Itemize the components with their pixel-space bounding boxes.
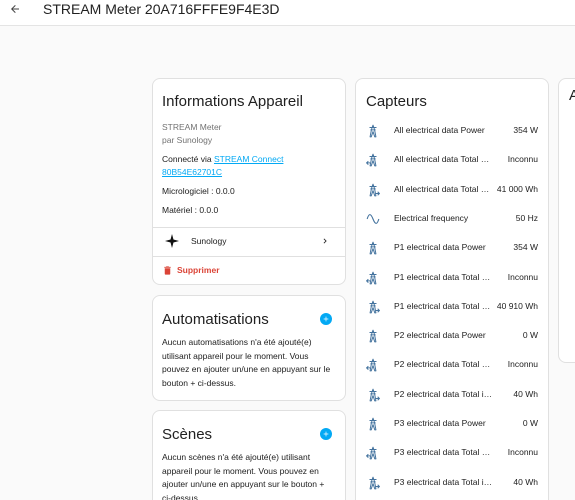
connected-via-link-id[interactable]: 80B54E62701C (162, 166, 222, 180)
transmission-tower-export-icon (366, 359, 377, 372)
sensor-value: 40 Wh (513, 388, 538, 399)
scenes-card: Scènes Aucun scènes n'a été ajouté(e) ut… (152, 410, 346, 500)
transmission-tower-icon (369, 417, 377, 431)
sensor-row[interactable]: P3 electrical data Total ex… Inconnu (356, 440, 548, 469)
transmission-tower-export-icon (366, 271, 377, 284)
sensors-card: Capteurs All electrical data Power 354 WA… (355, 78, 549, 500)
hardware-version: Matériel : 0.0.0 (162, 205, 219, 215)
sine-wave-icon (366, 213, 380, 224)
delete-label: Supprimer (177, 265, 220, 275)
sensor-name: P1 electrical data Total ex… (394, 271, 494, 282)
scenes-empty-line-3: ajouter un/une en appuyant sur le bouton… (162, 479, 325, 489)
sensor-value: 354 W (513, 125, 538, 135)
scenes-empty-line-1: Aucun scènes n'a été ajouté(e) utilisant (162, 452, 311, 462)
transmission-tower-import-icon (369, 183, 380, 196)
connected-via: Connecté via STREAM Connect (162, 153, 283, 167)
trash-icon (164, 266, 171, 275)
device-info-title: Informations Appareil (162, 93, 303, 110)
sensor-row[interactable]: P2 electrical data Total imp… 40 Wh (356, 382, 548, 411)
app-header: STREAM Meter 20A716FFFE9F4E3D (0, 0, 575, 26)
info-divider (153, 227, 345, 228)
sensor-value: 41 000 Wh (496, 183, 538, 194)
sensor-row[interactable]: P1 electrical data Total … 40 910 Wh (356, 294, 548, 323)
transmission-tower-import-icon (369, 300, 380, 314)
sensor-row[interactable]: All electrical data Total ex… Inconnu (356, 147, 548, 176)
sensor-value: 0 W (522, 330, 538, 341)
sensor-name: All electrical data Total ex… (394, 154, 494, 165)
sensor-row[interactable]: P3 electrical data Power 0 W (356, 411, 548, 440)
device-model: STREAM Meter (162, 122, 222, 132)
sensor-value: Inconnu (507, 447, 538, 458)
automations-title: Automatisations (162, 311, 269, 328)
sensor-name: P3 electrical data Total ex… (394, 447, 494, 458)
transmission-tower-export-icon (366, 153, 377, 167)
sensor-value: 40 Wh (513, 476, 538, 487)
sensor-list: All electrical data Power 354 W All electr… (356, 118, 548, 500)
automations-empty-line-4: bouton + ci-dessus. (162, 377, 236, 388)
sensor-value: 354 W (513, 242, 538, 253)
transmission-tower-import-icon (369, 476, 380, 489)
sensor-name: P2 electrical data Total imp… (394, 388, 494, 399)
sensor-value: 0 W (522, 418, 538, 428)
add-scene-button[interactable] (320, 428, 332, 440)
transmission-tower-export-icon (366, 446, 377, 460)
transmission-tower-icon (369, 329, 377, 343)
sensor-row[interactable]: Electrical frequency 50 Hz (356, 206, 548, 235)
transmission-tower-icon (369, 124, 377, 138)
sensor-value: Inconnu (507, 359, 538, 370)
device-info-card: Informations Appareil STREAM Meter par S… (152, 78, 346, 285)
automations-empty-line-1: Aucun automatisations n'a été ajouté(e) (162, 337, 312, 347)
scenes-empty-line-4: ci-dessus. (162, 492, 201, 500)
sensor-name: P2 electrical data Power (394, 330, 486, 341)
connected-via-label: Connecté via (162, 154, 214, 164)
scenes-empty-line-2: appareil pour le moment. Vous pouvez en (162, 465, 319, 476)
transmission-tower-import-icon (369, 388, 380, 402)
automations-card: Automatisations Aucun automatisations n'… (152, 295, 346, 401)
sensor-row[interactable]: P1 electrical data Total ex… Inconnu (356, 265, 548, 294)
sensor-name: Electrical frequency (394, 212, 469, 223)
arrow-left-icon (11, 5, 19, 13)
back-button[interactable] (6, 0, 24, 18)
sensor-value: 40 910 Wh (496, 300, 538, 311)
sensor-value: Inconnu (507, 271, 538, 282)
sensor-name: P2 electrical data Total ex… (394, 359, 494, 370)
scenes-title: Scènes (162, 426, 213, 443)
sensor-name: All electrical data Power (394, 125, 485, 135)
plus-icon (323, 431, 329, 437)
plus-icon (323, 316, 329, 322)
sensor-row[interactable]: All electrical data Total … 41 000 Wh (356, 177, 548, 206)
sensor-name: All electrical data Total … (394, 183, 490, 194)
sensor-row[interactable]: P2 electrical data Total ex… Inconnu (356, 352, 548, 381)
sensor-row[interactable]: All electrical data Power 354 W (356, 118, 548, 147)
partial-card: A (558, 78, 575, 363)
device-manufacturer: par Sunology (162, 135, 213, 145)
sensor-value: 50 Hz (515, 212, 538, 223)
sensors-title: Capteurs (366, 93, 427, 110)
add-automation-button[interactable] (320, 313, 332, 325)
integration-divider (153, 256, 345, 257)
sensor-name: P3 electrical data Total imp… (394, 476, 494, 487)
transmission-tower-icon (369, 241, 377, 255)
connected-via-link[interactable]: STREAM Connect (214, 154, 283, 164)
sensor-value: Inconnu (507, 154, 538, 165)
automations-empty-line-3: pouvez en ajouter un/une en appuyant sur… (162, 364, 331, 374)
automations-empty-line-2: utilisant appareil pour le moment. Vous (162, 350, 309, 361)
sensor-name: P1 electrical data Total … (394, 300, 491, 311)
integration-name: Sunology (191, 236, 227, 246)
sensor-row[interactable]: P2 electrical data Power 0 W (356, 323, 548, 352)
sensor-row[interactable]: P1 electrical data Power 354 W (356, 235, 548, 264)
sensor-row[interactable]: P3 electrical data Total imp… 40 Wh (356, 470, 548, 499)
sensor-name: P3 electrical data Power (394, 418, 486, 428)
page-title: STREAM Meter 20A716FFFE9F4E3D (43, 1, 280, 17)
sensor-name: P1 electrical data Power (394, 242, 486, 253)
chevron-right-icon (323, 238, 327, 244)
partial-card-title: A (569, 87, 575, 104)
integration-row[interactable]: Sunology (153, 229, 345, 253)
firmware-version: Micrologiciel : 0.0.0 (162, 186, 235, 196)
sunology-logo-icon (165, 234, 179, 248)
